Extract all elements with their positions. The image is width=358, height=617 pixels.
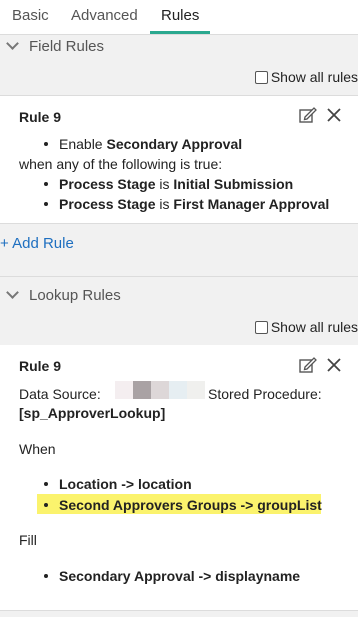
edit-icon[interactable] — [299, 107, 317, 123]
redacted-block — [151, 381, 169, 399]
lookup-rules-show-all[interactable]: Show all rules — [254, 319, 358, 335]
close-icon[interactable] — [327, 108, 341, 122]
stored-procedure-value: [sp_ApproverLookup] — [19, 405, 166, 421]
tab-rules[interactable]: Rules — [161, 7, 199, 24]
add-rule-area: + Add Rule — [0, 223, 358, 276]
when-item: Location -> location — [59, 476, 192, 492]
tab-basic[interactable]: Basic — [12, 7, 49, 24]
redacted-block — [169, 381, 187, 399]
bullet — [44, 574, 48, 578]
show-all-rules-label: Show all rules — [270, 319, 358, 335]
rule-title: Rule 9 — [19, 109, 62, 125]
condition-intro: when any of the following is true: — [19, 156, 223, 172]
condition-item: Process Stage is Initial Submission — [59, 176, 293, 192]
field-rules-toggle[interactable]: Field Rules — [6, 37, 105, 55]
when-item-highlighted: Second Approvers Groups -> groupList — [59, 497, 322, 513]
condition-op: is — [159, 176, 170, 192]
condition-op: is — [159, 196, 170, 212]
field-rules-section-header: Field Rules Show all rules — [0, 35, 358, 96]
show-all-rules-checkbox[interactable] — [254, 71, 268, 84]
rule-title: Rule 9 — [19, 358, 62, 374]
rule-action: Enable Secondary Approval — [59, 136, 242, 152]
tab-bar: Basic Advanced Rules — [0, 0, 358, 35]
condition-value: First Manager Approval — [173, 196, 330, 212]
redacted-block — [115, 381, 133, 399]
action-target: Secondary Approval — [106, 136, 243, 152]
fill-item: Secondary Approval -> displayname — [59, 568, 301, 584]
field-rules-show-all[interactable]: Show all rules — [254, 69, 358, 85]
condition-item: Process Stage is First Manager Approval — [59, 196, 329, 212]
edit-icon[interactable] — [299, 357, 317, 373]
redacted-block — [133, 381, 151, 399]
close-icon[interactable] — [327, 358, 341, 372]
stored-procedure-label: Stored Procedure: — [208, 386, 322, 402]
lookup-rules-title: Lookup Rules — [29, 287, 121, 304]
when-label: When — [19, 441, 56, 457]
field-rules-title: Field Rules — [29, 38, 105, 55]
chevron-down-icon — [6, 37, 19, 50]
bullet — [44, 482, 48, 486]
condition-value: Initial Submission — [173, 176, 294, 192]
add-rule-link[interactable]: + Add Rule — [0, 235, 74, 252]
condition-field: Process Stage — [59, 196, 156, 212]
active-tab-indicator — [150, 31, 210, 34]
data-source-label: Data Source: — [19, 386, 101, 402]
bullet — [44, 202, 48, 206]
redacted-block — [187, 381, 205, 399]
tab-advanced[interactable]: Advanced — [71, 7, 138, 24]
fill-label: Fill — [19, 532, 37, 548]
field-rule-card: Rule 9 Enable Secondary Approval when an… — [0, 96, 358, 223]
show-all-rules-checkbox[interactable] — [254, 321, 268, 334]
bullet — [44, 182, 48, 186]
condition-field: Process Stage — [59, 176, 156, 192]
bullet — [44, 503, 48, 507]
action-verb: Enable — [59, 136, 103, 152]
bullet — [44, 142, 48, 146]
lookup-rules-section-header: Lookup Rules Show all rules — [0, 276, 358, 346]
lookup-rules-toggle[interactable]: Lookup Rules — [6, 286, 121, 304]
chevron-down-icon — [6, 286, 19, 299]
show-all-rules-label: Show all rules — [270, 69, 358, 85]
